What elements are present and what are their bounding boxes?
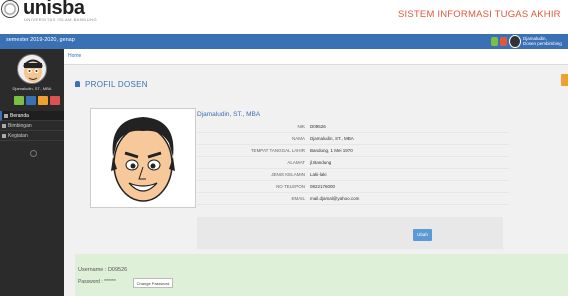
sidebar-item-beranda[interactable]: Beranda	[0, 111, 64, 121]
info-row-nama: NAMA Djamaludin, ST., MBA	[197, 133, 509, 145]
field-value: Laki-laki	[310, 172, 327, 177]
page-title-text: PROFIL DOSEN	[85, 80, 148, 89]
change-password-button[interactable]: Change Password	[133, 278, 173, 288]
sidebar-profile-picture	[17, 54, 47, 84]
book-icon	[2, 124, 6, 128]
field-label: EMAIL	[291, 196, 305, 201]
sidebar-user-label: Djamaludin, ST., MBA	[12, 86, 52, 91]
action-bar: Ubah	[197, 217, 503, 249]
info-row-telepon: NO TELEPON 0822176000	[197, 181, 509, 193]
edit-profile-button[interactable]: Ubah	[413, 229, 432, 241]
main-content: Home PROFIL DOSEN Djamaludin, ST., MBA N…	[64, 49, 568, 296]
field-value: D09526	[310, 124, 326, 129]
quick-link-orange[interactable]	[38, 96, 48, 105]
field-value: jl.Bandung	[310, 160, 332, 165]
field-label: NO TELEPON	[276, 184, 305, 189]
top-navbar: semester 2019-2020, genap Djamaludin, Do…	[0, 34, 568, 49]
sidebar-collapse-icon[interactable]	[30, 150, 37, 157]
user-icon	[75, 81, 80, 87]
field-value: 0822176000	[310, 184, 336, 189]
home-icon	[4, 114, 8, 118]
field-label: ALAMAT	[287, 160, 305, 165]
sidebar-item-kegiatan[interactable]: Kegiatan	[0, 131, 64, 141]
login-info-box: Username : D09526 Password : ****** Chan…	[75, 254, 568, 296]
field-label: NIK	[297, 124, 305, 129]
user-role: Dosen pembimbing	[523, 41, 562, 46]
quick-link-blue[interactable]	[26, 96, 36, 105]
field-value: Bandung, 1 Mei 1970	[310, 148, 353, 153]
sidebar-item-label: Beranda	[10, 113, 29, 119]
field-label: NAMA	[291, 136, 305, 141]
sidebar-item-label: Bimbingan	[8, 123, 32, 129]
settings-tab[interactable]	[561, 74, 568, 86]
logo-subtitle: UNIVERSITAS ISLAM BANDUNG	[24, 17, 98, 22]
avatar[interactable]	[509, 35, 521, 48]
sidebar-item-bimbingan[interactable]: Bimbingan	[0, 121, 64, 131]
field-value: Djamaludin, ST., MBA	[310, 136, 354, 141]
quick-link-green[interactable]	[14, 96, 24, 105]
breadcrumb: Home	[64, 49, 568, 65]
info-row-nik: NIK D09526	[197, 121, 509, 133]
info-row-alamat: ALAMAT jl.Bandung	[197, 157, 509, 169]
message-icon[interactable]	[500, 37, 507, 46]
profile-photo	[90, 108, 196, 208]
info-row-gender: JENIS KELAMIN Laki-laki	[197, 169, 509, 181]
breadcrumb-home[interactable]: Home	[68, 53, 81, 59]
sidebar-menu: Beranda Bimbingan Kegiatan	[0, 111, 64, 141]
sidebar-item-label: Kegiatan	[8, 133, 28, 139]
password-label: Password : ******	[78, 279, 116, 285]
field-value: mail.djamal@yahoo.com	[310, 196, 360, 201]
field-label: TEMPAT TANGGAL LAHIR	[250, 148, 305, 153]
system-title: SISTEM INFORMASI TUGAS AKHIR	[398, 9, 561, 20]
university-seal-icon	[1, 0, 19, 18]
profile-info: Djamaludin, ST., MBA NIK D09526 NAMA Dja…	[197, 111, 509, 205]
info-row-email: EMAIL mail.djamal@yahoo.com	[197, 193, 509, 205]
period-text: semester 2019-2020, genap	[6, 37, 75, 43]
quick-link-red[interactable]	[50, 96, 60, 105]
top-header: unisba UNIVERSITAS ISLAM BANDUNG SISTEM …	[0, 0, 568, 34]
page-title: PROFIL DOSEN	[75, 80, 148, 89]
sidebar: Djamaludin, ST., MBA Beranda Bimbingan K…	[0, 49, 64, 296]
info-row-ttl: TEMPAT TANGGAL LAHIR Bandung, 1 Mei 1970	[197, 145, 509, 157]
profile-name: Djamaludin, ST., MBA	[197, 111, 261, 118]
username-label: Username : D09526	[78, 267, 128, 273]
notification-icon[interactable]	[491, 37, 498, 46]
user-menu[interactable]: Djamaludin, Dosen pembimbing	[523, 36, 562, 46]
list-icon	[2, 134, 6, 138]
field-label: JENIS KELAMIN	[271, 172, 305, 177]
